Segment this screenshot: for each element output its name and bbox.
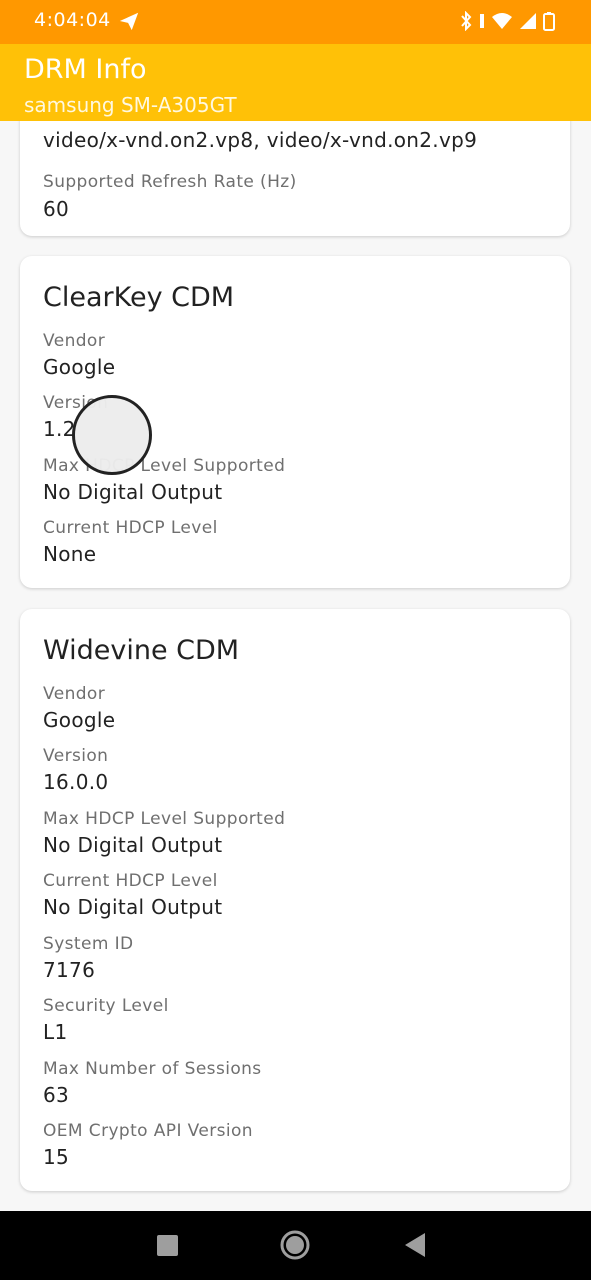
battery-icon: [543, 12, 555, 31]
wifi-icon: [492, 13, 512, 29]
bluetooth-icon: [461, 11, 472, 31]
field-value: 63: [43, 1083, 70, 1107]
status-icons: [459, 10, 555, 32]
content-scroll[interactable]: video/x-vnd.on2.vp8, video/x-vnd.on2.vp9…: [0, 121, 591, 1211]
card-title: Widevine CDM: [43, 635, 240, 666]
app-bar: DRM Info samsung SM-A305GT: [0, 44, 591, 121]
status-bar: 4:04:04: [0, 0, 591, 44]
codecs-value: video/x-vnd.on2.vp8, video/x-vnd.on2.vp9: [43, 128, 478, 152]
field-value: 15: [43, 1145, 70, 1169]
back-icon[interactable]: [403, 1232, 427, 1258]
navigation-bar: [0, 1211, 591, 1280]
field-value: No Digital Output: [43, 480, 223, 504]
field-label: Max Number of Sessions: [43, 1059, 262, 1079]
field-label: Current HDCP Level: [43, 518, 218, 538]
send-icon: [119, 12, 139, 31]
field-label: Security Level: [43, 996, 169, 1016]
field-value: No Digital Output: [43, 833, 223, 857]
field-value: 7176: [43, 958, 96, 982]
recents-icon[interactable]: [156, 1234, 179, 1257]
field-label: Max HDCP Level Supported: [43, 809, 286, 829]
field-label: OEM Crypto API Version: [43, 1121, 253, 1141]
status-time: 4:04:04: [34, 9, 111, 31]
field-label: Version: [43, 746, 109, 766]
signal-icon: [520, 13, 536, 29]
display-card: video/x-vnd.on2.vp8, video/x-vnd.on2.vp9…: [20, 121, 570, 236]
touch-indicator: [72, 395, 152, 475]
field-value: None: [43, 542, 97, 566]
app-title: DRM Info: [24, 54, 147, 85]
field-value: L1: [43, 1020, 68, 1044]
field-label: Vendor: [43, 684, 106, 704]
widevine-card: Widevine CDM Vendor Google Version 16.0.…: [20, 609, 570, 1191]
field-label: System ID: [43, 934, 134, 954]
field-value: 16.0.0: [43, 770, 109, 794]
field-value: Google: [43, 355, 116, 379]
field-value: No Digital Output: [43, 895, 223, 919]
card-title: ClearKey CDM: [43, 282, 235, 313]
field-value: 1.2: [43, 417, 76, 441]
vibrate-icon: [480, 14, 484, 28]
field-value: 60: [43, 197, 70, 221]
field-value: Google: [43, 708, 116, 732]
field-label: Vendor: [43, 331, 106, 351]
field-label: Current HDCP Level: [43, 871, 218, 891]
device-subtitle: samsung SM-A305GT: [24, 93, 237, 117]
field-label: Supported Refresh Rate (Hz): [43, 172, 297, 192]
home-icon[interactable]: [279, 1229, 311, 1261]
